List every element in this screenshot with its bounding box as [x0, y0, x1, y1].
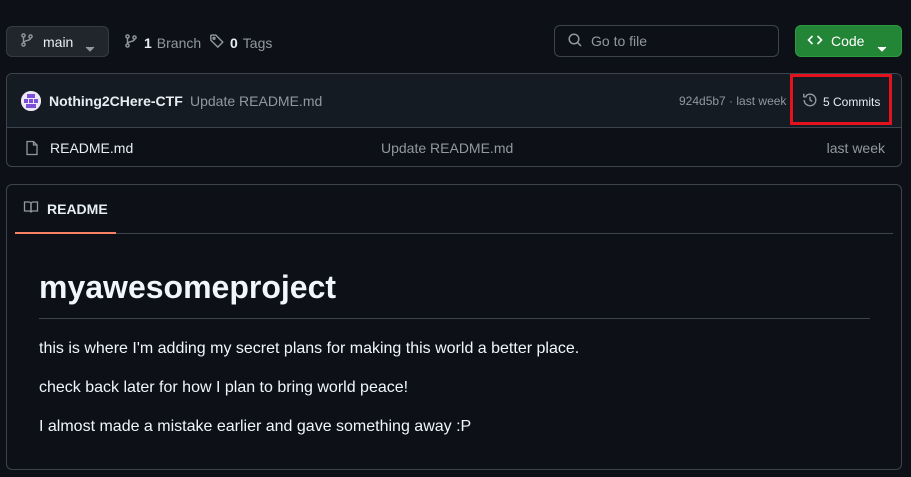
- commits-history-link[interactable]: 5 Commits: [802, 92, 880, 111]
- file-list: Nothing2CHere-CTF Update README.md 924d5…: [6, 73, 902, 167]
- git-branch-icon: [19, 32, 35, 51]
- commit-separator: ·: [725, 94, 737, 108]
- commit-message-link[interactable]: Update README.md: [190, 93, 322, 109]
- avatar[interactable]: [21, 91, 41, 111]
- readme-content: myawesomeproject this is where I'm addin…: [39, 269, 870, 436]
- readme-paragraph: I almost made a mistake earlier and gave…: [39, 418, 472, 435]
- readme-paragraph: this is where I'm adding my secret plans…: [39, 340, 580, 357]
- table-row[interactable]: README.md Update README.md last week: [7, 128, 901, 166]
- tag-icon: [209, 33, 225, 52]
- readme-paragraph: check back later for how I plan to bring…: [39, 379, 409, 396]
- code-button-label: Code: [831, 33, 865, 49]
- tags-label: Tags: [242, 34, 273, 51]
- chevron-down-icon: [877, 39, 887, 55]
- branch-select-button[interactable]: main: [6, 26, 109, 57]
- go-to-file-input[interactable]: [591, 33, 761, 49]
- search-icon: [567, 32, 583, 51]
- readme-tabbar: README: [15, 185, 893, 234]
- commits-count-label: 5 Commits: [823, 94, 881, 109]
- tab-readme[interactable]: README: [15, 185, 116, 234]
- file-icon: [24, 140, 40, 159]
- commit-info: 924d5b7 · last week: [679, 94, 786, 108]
- code-button[interactable]: Code: [795, 25, 902, 57]
- branches-link[interactable]: 1 Branch: [123, 33, 201, 52]
- file-name-link[interactable]: README.md: [50, 140, 133, 156]
- history-icon: [802, 92, 818, 111]
- branch-count: 1: [144, 34, 152, 51]
- commit-age: last week: [736, 94, 787, 108]
- readme-tab-label: README: [47, 200, 108, 217]
- code-icon: [807, 32, 823, 51]
- commit-author-link[interactable]: Nothing2CHere-CTF: [49, 93, 183, 109]
- tags-link[interactable]: 0 Tags: [209, 33, 272, 52]
- commit-hash[interactable]: 924d5b7: [679, 94, 726, 108]
- readme-panel: README myawesomeproject this is where I'…: [6, 184, 902, 470]
- chevron-down-icon: [85, 39, 95, 55]
- latest-commit-row: Nothing2CHere-CTF Update README.md 924d5…: [7, 74, 901, 128]
- book-icon: [23, 199, 39, 218]
- branch-name: main: [43, 33, 74, 50]
- repo-toolbar: main 1 Branch 0 Tags Go to file Code: [0, 0, 911, 72]
- readme-heading: myawesomeproject: [39, 269, 870, 319]
- branch-label: Branch: [156, 34, 202, 51]
- file-age: last week: [826, 140, 885, 156]
- file-commit-message-link[interactable]: Update README.md: [381, 140, 513, 156]
- go-to-file-field[interactable]: [554, 25, 779, 57]
- tag-count: 0: [230, 34, 238, 51]
- git-branch-icon: [123, 33, 139, 52]
